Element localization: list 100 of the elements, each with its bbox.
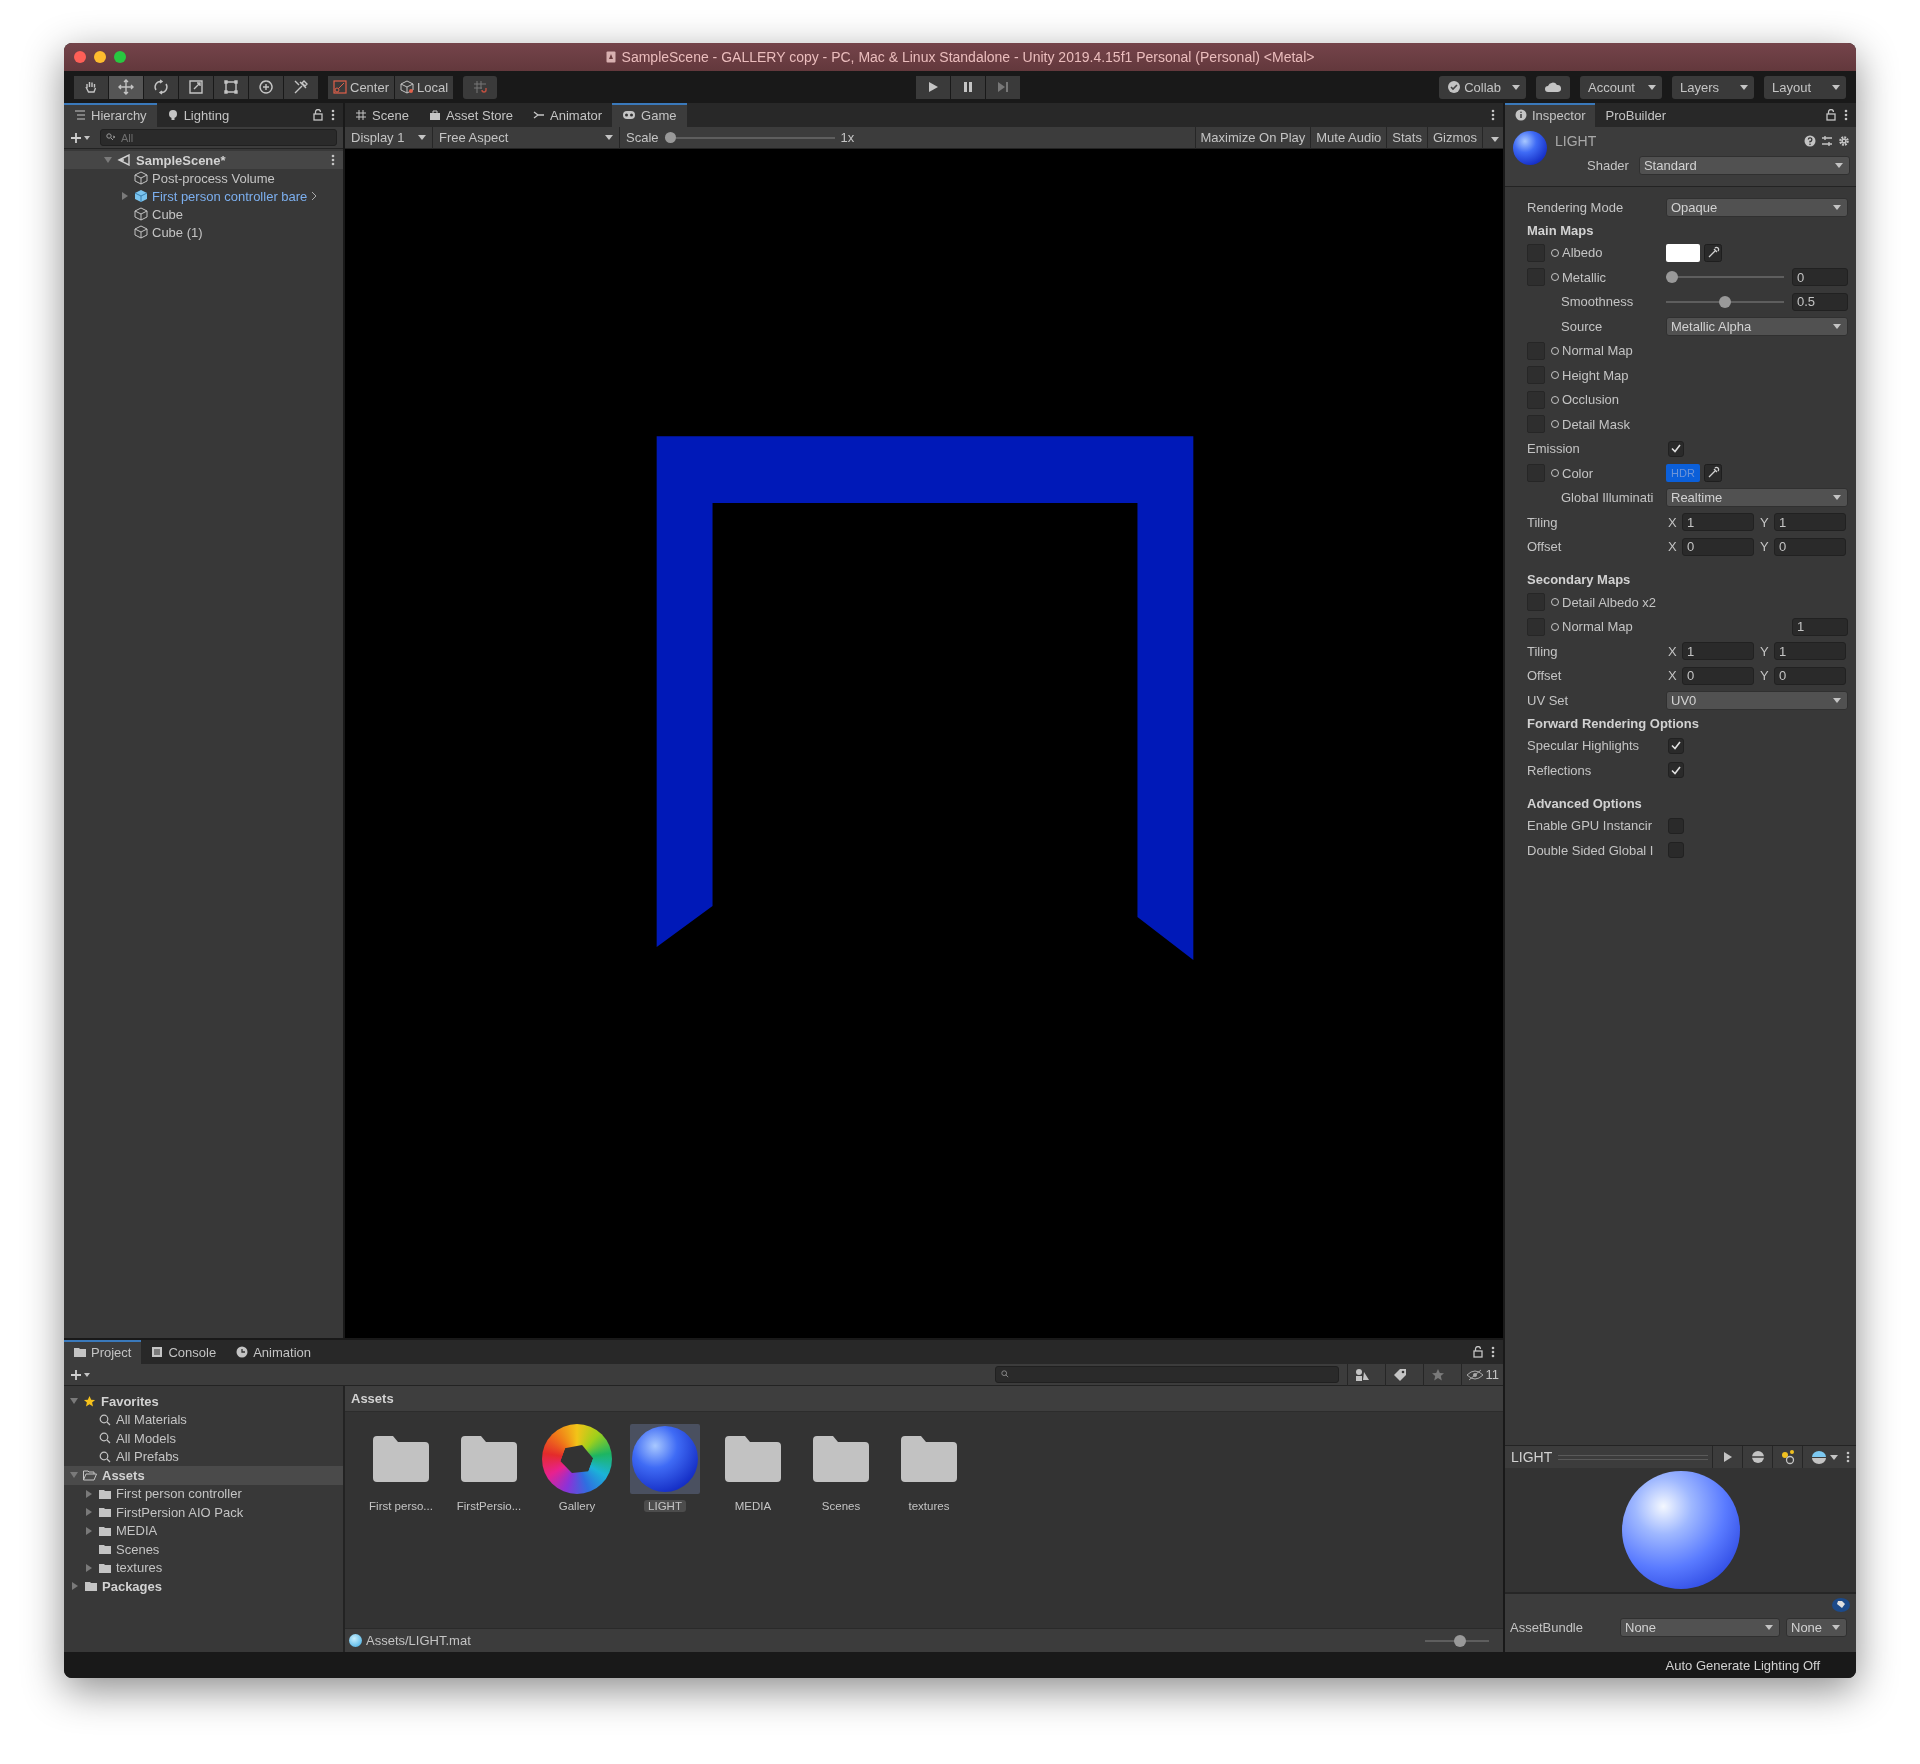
panel-tab[interactable]: ProBuilder xyxy=(1595,103,1677,127)
number-field[interactable]: 1 xyxy=(1682,642,1754,661)
view-toggle[interactable]: Mute Audio xyxy=(1310,126,1387,149)
lock-icon[interactable] xyxy=(1473,1346,1483,1358)
number-field[interactable]: 0 xyxy=(1682,666,1754,685)
settings-icon[interactable] xyxy=(1838,135,1850,147)
tree-item[interactable]: Packages xyxy=(102,1578,162,1594)
tree-item[interactable]: Assets xyxy=(102,1467,145,1483)
more-menu-icon[interactable] xyxy=(1844,109,1848,121)
more-menu-icon[interactable] xyxy=(1491,1346,1495,1358)
hidden-packages-button[interactable]: 11 xyxy=(1460,1363,1503,1386)
checkbox[interactable] xyxy=(1668,762,1684,779)
number-field[interactable]: 0 xyxy=(1792,268,1848,287)
lock-icon[interactable] xyxy=(1826,109,1836,121)
panel-tab[interactable]: Animator xyxy=(523,103,613,127)
scale-slider[interactable] xyxy=(664,130,835,145)
panel-tab[interactable]: Inspector xyxy=(1505,103,1596,127)
view-toggle[interactable]: Stats xyxy=(1386,126,1427,149)
panel-tab[interactable]: Hierarchy xyxy=(64,103,157,127)
hierarchy-item[interactable]: Post-process Volume xyxy=(152,170,275,186)
expand-arrow-icon[interactable] xyxy=(70,1398,78,1405)
aspect-dropdown[interactable]: Free Aspect xyxy=(433,126,620,149)
panel-tab[interactable]: Console xyxy=(141,1340,227,1364)
tag-icon[interactable] xyxy=(1832,1598,1850,1612)
number-field[interactable]: 1 xyxy=(1774,513,1846,532)
number-field[interactable]: 1 xyxy=(1792,617,1848,636)
property-slider[interactable] xyxy=(1666,270,1784,285)
tree-item[interactable]: All Prefabs xyxy=(116,1449,179,1465)
display-dropdown[interactable]: Display 1 xyxy=(345,126,433,149)
tree-item[interactable]: All Models xyxy=(116,1430,176,1446)
add-button[interactable] xyxy=(70,131,92,144)
tree-item[interactable]: FirstPersion AIO Pack xyxy=(116,1504,244,1520)
asset-tile[interactable] xyxy=(630,1424,700,1494)
tool-button[interactable] xyxy=(109,75,143,99)
checkbox[interactable] xyxy=(1668,737,1684,754)
property-dropdown[interactable]: Metallic Alpha xyxy=(1666,316,1848,336)
tree-item[interactable]: Scenes xyxy=(116,1541,160,1557)
tool-button[interactable] xyxy=(144,75,178,99)
tree-item[interactable]: Favorites xyxy=(101,1393,159,1409)
number-field[interactable]: 0 xyxy=(1774,666,1846,685)
pivot-center-button[interactable]: Center xyxy=(328,75,395,99)
tree-item[interactable]: All Materials xyxy=(116,1412,187,1428)
property-slider[interactable] xyxy=(1666,294,1784,309)
panel-tab[interactable]: Game xyxy=(612,103,687,127)
expand-arrow-icon[interactable] xyxy=(72,1582,78,1591)
local-global-button[interactable]: Local xyxy=(395,75,454,99)
layout-dropdown[interactable]: Layout xyxy=(1764,75,1846,99)
eyedropper-icon[interactable] xyxy=(1704,243,1722,262)
hierarchy-item[interactable]: Cube xyxy=(152,206,184,222)
view-toggle[interactable]: Gizmos xyxy=(1426,126,1482,149)
step-button[interactable] xyxy=(986,75,1021,99)
number-field[interactable]: 0.5 xyxy=(1792,292,1848,311)
color-swatch[interactable] xyxy=(1666,243,1700,262)
resize-grip[interactable] xyxy=(1558,1454,1708,1460)
checkbox[interactable] xyxy=(1668,440,1684,457)
panel-tab[interactable]: Scene xyxy=(345,103,419,127)
chevron-right-icon[interactable] xyxy=(311,191,318,201)
pause-button[interactable] xyxy=(951,75,986,99)
tool-button[interactable] xyxy=(74,75,108,99)
expand-arrow-icon[interactable] xyxy=(86,1526,92,1535)
cloud-button[interactable] xyxy=(1536,75,1570,99)
zoom-button[interactable] xyxy=(114,51,126,63)
account-dropdown[interactable]: Account xyxy=(1580,75,1662,99)
variant-dropdown[interactable]: None xyxy=(1786,1618,1847,1637)
tree-item[interactable]: First person controller xyxy=(116,1486,242,1502)
add-button[interactable] xyxy=(70,1368,92,1381)
number-field[interactable]: 1 xyxy=(1682,513,1754,532)
tree-item[interactable]: MEDIA xyxy=(116,1523,158,1539)
number-field[interactable]: 0 xyxy=(1774,537,1846,556)
expand-arrow-icon[interactable] xyxy=(86,1508,92,1517)
close-button[interactable] xyxy=(74,51,86,63)
tool-button[interactable] xyxy=(214,75,248,99)
minimize-button[interactable] xyxy=(94,51,106,63)
tool-button[interactable] xyxy=(284,75,318,99)
expand-arrow-icon[interactable] xyxy=(86,1489,92,1498)
tool-button[interactable] xyxy=(249,75,283,99)
eyedropper-icon[interactable] xyxy=(1704,464,1722,483)
property-dropdown[interactable]: UV0 xyxy=(1666,690,1848,710)
tool-button[interactable] xyxy=(179,75,213,99)
more-menu-icon[interactable] xyxy=(1846,1451,1850,1463)
view-toggle[interactable]: Maximize On Play xyxy=(1194,126,1311,149)
more-menu-icon[interactable] xyxy=(331,109,335,121)
panel-tab[interactable]: Lighting xyxy=(156,103,240,127)
expand-arrow-icon[interactable] xyxy=(122,192,128,200)
number-field[interactable]: 1 xyxy=(1774,642,1846,661)
search-field[interactable]: All xyxy=(100,129,337,146)
assetbundle-dropdown[interactable]: None xyxy=(1620,1618,1780,1637)
more-menu-icon[interactable] xyxy=(1491,109,1495,121)
hierarchy-item[interactable]: First person controller bare xyxy=(152,188,308,204)
lock-icon[interactable] xyxy=(313,109,323,121)
shader-dropdown[interactable]: Standard xyxy=(1638,156,1850,175)
play-button[interactable] xyxy=(916,75,951,99)
panel-tab[interactable]: Asset Store xyxy=(418,103,524,127)
tree-item[interactable]: textures xyxy=(116,1560,163,1576)
expand-arrow-icon[interactable] xyxy=(86,1563,92,1572)
property-dropdown[interactable]: Realtime xyxy=(1666,488,1848,508)
breadcrumb[interactable]: Assets xyxy=(351,1391,394,1406)
panel-tab[interactable]: Animation xyxy=(226,1340,321,1364)
collab-dropdown[interactable]: Collab xyxy=(1439,75,1526,99)
search-field[interactable] xyxy=(994,1366,1339,1383)
